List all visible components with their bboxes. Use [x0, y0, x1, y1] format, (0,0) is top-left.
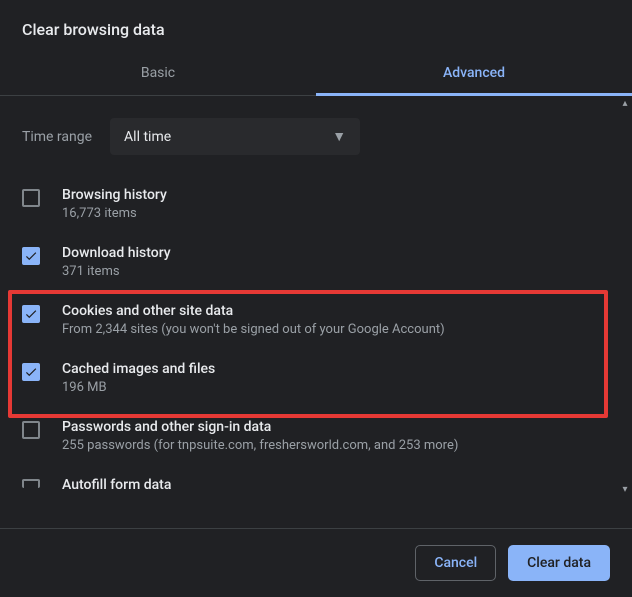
checkbox-cache[interactable] — [22, 363, 40, 381]
scroll-up-icon[interactable]: ▴ — [618, 96, 632, 110]
scroll-down-icon[interactable]: ▾ — [618, 482, 632, 496]
scrollbar[interactable]: ▴ ▾ — [618, 96, 632, 496]
checkbox-download-history[interactable] — [22, 247, 40, 265]
option-download-history[interactable]: Download history 371 items — [22, 235, 614, 293]
time-range-value: All time — [124, 129, 171, 145]
dialog-title: Clear browsing data — [0, 0, 632, 53]
option-passwords[interactable]: Passwords and other sign-in data 255 pas… — [22, 409, 614, 467]
checkbox-passwords[interactable] — [22, 421, 40, 439]
option-title: Autofill form data — [62, 477, 171, 493]
option-title: Passwords and other sign-in data — [62, 419, 458, 435]
dialog-body: Time range All time ▼ Browsing history 1… — [0, 96, 632, 496]
time-range-label: Time range — [22, 129, 92, 145]
checkbox-browsing-history[interactable] — [22, 189, 40, 207]
checkbox-cookies[interactable] — [22, 305, 40, 323]
option-title: Cached images and files — [62, 361, 215, 377]
option-cookies[interactable]: Cookies and other site data From 2,344 s… — [22, 293, 614, 351]
option-sub: From 2,344 sites (you won't be signed ou… — [62, 322, 445, 337]
option-sub: 16,773 items — [62, 206, 167, 221]
time-range-select[interactable]: All time ▼ — [110, 118, 360, 155]
checkbox-autofill[interactable] — [22, 479, 40, 488]
cancel-button[interactable]: Cancel — [415, 545, 496, 581]
clear-data-button[interactable]: Clear data — [508, 545, 610, 581]
option-autofill[interactable]: Autofill form data — [22, 467, 614, 496]
chevron-down-icon: ▼ — [332, 128, 346, 145]
tab-advanced[interactable]: Advanced — [316, 53, 632, 95]
dialog-footer: Cancel Clear data — [0, 528, 632, 597]
tab-basic[interactable]: Basic — [0, 53, 316, 95]
option-sub: 196 MB — [62, 380, 215, 395]
option-title: Browsing history — [62, 187, 167, 203]
option-sub: 255 passwords (for tnpsuite.com, fresher… — [62, 438, 458, 453]
option-sub: 371 items — [62, 264, 171, 279]
option-title: Cookies and other site data — [62, 303, 445, 319]
option-browsing-history[interactable]: Browsing history 16,773 items — [22, 177, 614, 235]
option-title: Download history — [62, 245, 171, 261]
tabs: Basic Advanced — [0, 53, 632, 96]
option-cache[interactable]: Cached images and files 196 MB — [22, 351, 614, 409]
